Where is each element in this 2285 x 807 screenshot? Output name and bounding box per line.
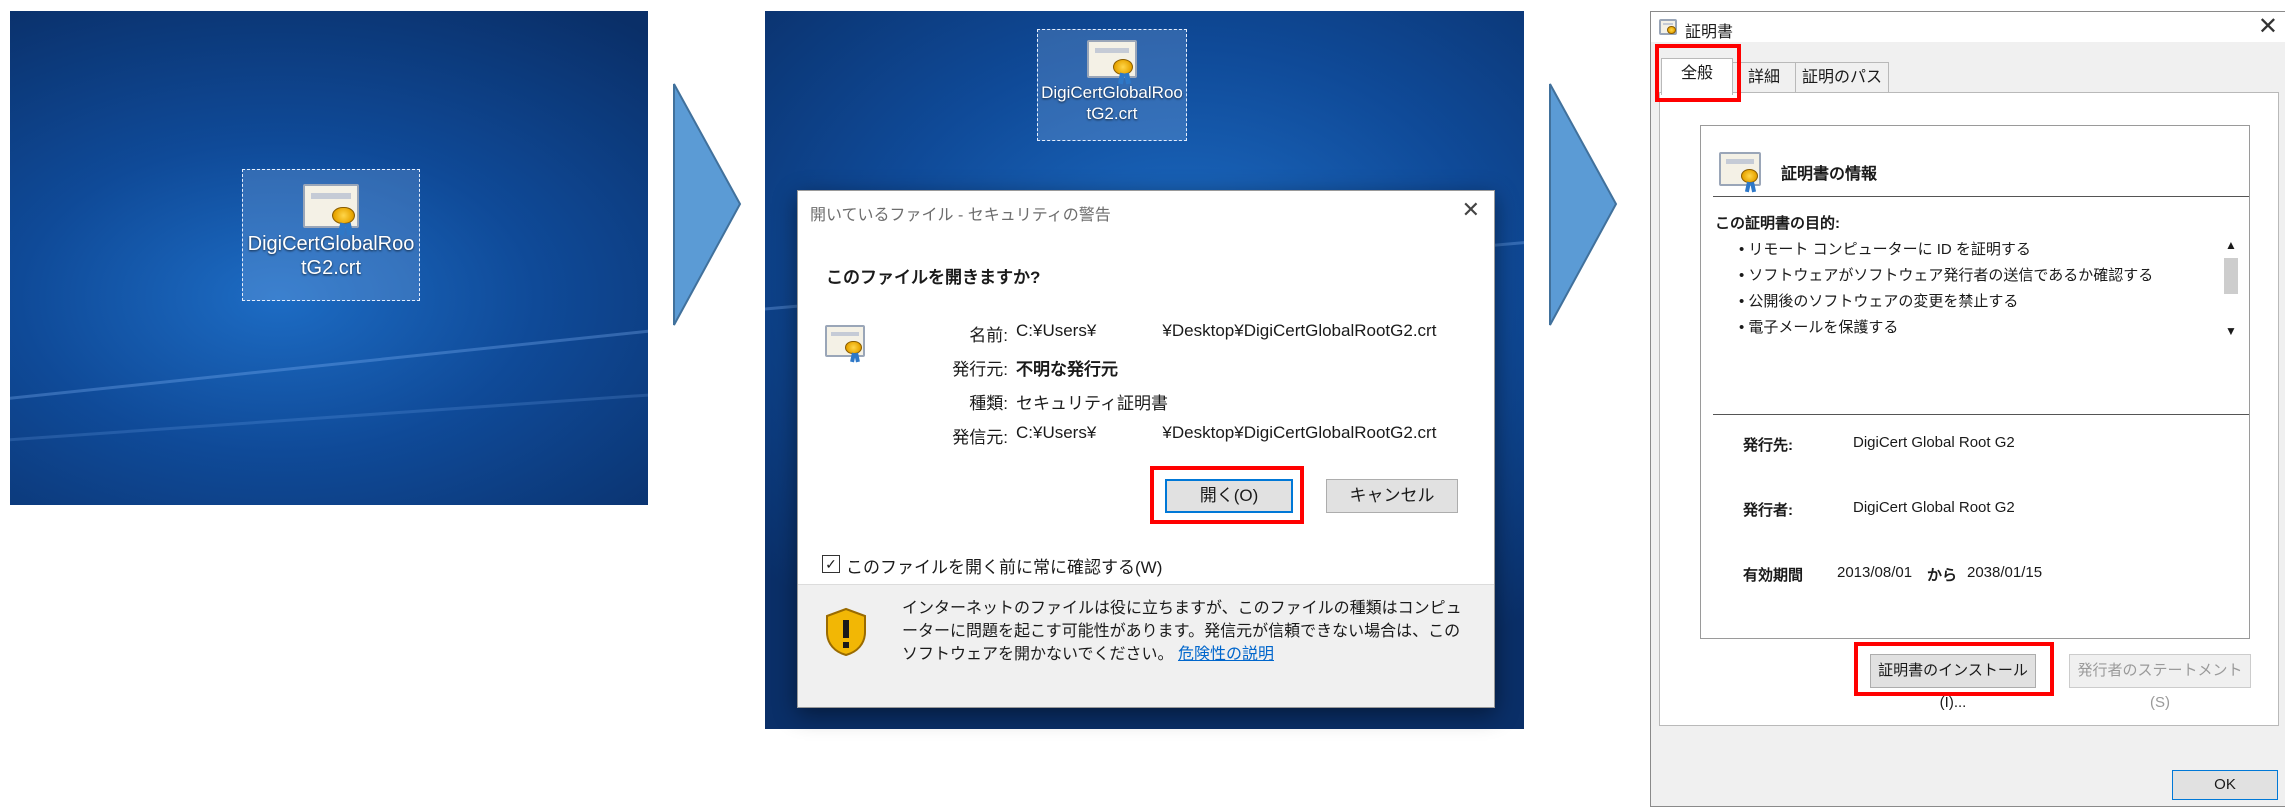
- window-titlebar: 証明書 ✕: [1651, 12, 2285, 42]
- desktop-file-label-line1: DigiCertGlobalRoo: [247, 233, 415, 255]
- chevron-down-icon[interactable]: ▼: [2225, 324, 2237, 338]
- general-tab-panel: 証明書の情報 この証明書の目的: • リモート コンピューターに ID を証明す…: [1659, 92, 2279, 726]
- field-publisher-value: 不明な発行元: [1016, 360, 1118, 379]
- field-source-label: 発信元:: [952, 428, 1008, 447]
- certificate-icon: [1719, 152, 1761, 192]
- certificate-window: 証明書 ✕ 全般 詳細 証明のパス 証明書の情報 この証明書の目的: • リモー…: [1650, 11, 2285, 807]
- desktop-file-icon-crt[interactable]: DigiCertGlobalRoo tG2.crt: [242, 169, 420, 301]
- certificate-icon: [303, 184, 359, 236]
- security-warning-dialog: 開いているファイル - セキュリティの警告 ✕ このファイルを開きますか? 名前…: [797, 190, 1495, 708]
- certificate-icon: [1087, 40, 1137, 85]
- chevron-up-icon[interactable]: ▲: [2225, 238, 2237, 252]
- issued-by-label: 発行者:: [1743, 502, 1793, 519]
- info-heading: 証明書の情報: [1781, 166, 1878, 183]
- always-ask-label: このファイルを開く前に常に確認する(W): [846, 558, 1163, 577]
- step-arrow-icon: [1549, 83, 1618, 326]
- close-icon[interactable]: ✕: [1462, 197, 1480, 223]
- valid-to-value: 2038/01/15: [1967, 564, 2043, 581]
- issued-by-value: DigiCert Global Root G2: [1853, 499, 2015, 516]
- field-publisher-label: 発行元:: [952, 360, 1008, 379]
- risk-explanation-link[interactable]: 危険性の説明: [1178, 646, 1274, 663]
- validity-from-word: から: [1927, 567, 1958, 584]
- purpose-item: • 電子メールを保護する: [1739, 319, 1899, 336]
- purpose-item: • リモート コンピューターに ID を証明する: [1739, 241, 2031, 258]
- purpose-item: • ソフトウェアがソフトウェア発行者の送信であるか確認する: [1739, 267, 2154, 284]
- desktop-panel-1: DigiCertGlobalRoo tG2.crt: [10, 11, 648, 505]
- purpose-item: • 公開後のソフトウェアの変更を禁止する: [1739, 293, 2019, 310]
- purpose-scrollbar[interactable]: ▲ ▼: [2221, 238, 2241, 342]
- highlight-box: [1150, 466, 1304, 524]
- field-name-value: C:¥Users¥ ¥Desktop¥DigiCertGlobalRootG2.…: [1016, 321, 1437, 340]
- divider: [1713, 196, 2249, 197]
- window-title: 証明書: [1685, 24, 1734, 41]
- field-type-value: セキュリティ証明書: [1016, 394, 1168, 413]
- issued-to-label: 発行先:: [1743, 437, 1793, 454]
- tab-cert-path[interactable]: 証明のパス: [1795, 62, 1889, 93]
- issued-to-value: DigiCert Global Root G2: [1853, 434, 2015, 451]
- field-type-label: 種類:: [969, 394, 1008, 413]
- desktop-file-label-line2: tG2.crt: [1086, 104, 1138, 123]
- purpose-heading: この証明書の目的:: [1715, 215, 1840, 232]
- field-source-value: C:¥Users¥ ¥Desktop¥DigiCertGlobalRootG2.…: [1016, 423, 1437, 442]
- scrollbar-thumb[interactable]: [2224, 258, 2238, 294]
- field-name-label: 名前:: [969, 326, 1008, 345]
- highlight-box: [1655, 44, 1741, 102]
- issuer-statement-button[interactable]: 発行者のステートメント(S): [2069, 654, 2251, 711]
- validity-label: 有効期間: [1743, 567, 1804, 584]
- highlight-box: [1854, 642, 2054, 696]
- valid-from-value: 2013/08/01: [1837, 564, 1913, 581]
- ok-button[interactable]: OK: [2172, 770, 2278, 800]
- step-arrow-icon: [673, 83, 742, 326]
- shield-warning-icon: [826, 607, 866, 657]
- warning-bar: インターネットのファイルは役に立ちますが、このファイルの種類はコンピューターに問…: [798, 584, 1494, 707]
- always-ask-checkbox[interactable]: ✓: [822, 555, 840, 573]
- desktop-file-label-line2: tG2.crt: [300, 257, 361, 279]
- close-icon[interactable]: ✕: [2258, 12, 2278, 41]
- certificate-icon: [1659, 19, 1677, 35]
- dialog-title: 開いているファイル - セキュリティの警告: [810, 207, 1111, 224]
- desktop-file-icon-crt[interactable]: DigiCertGlobalRoo tG2.crt: [1037, 29, 1187, 141]
- certificate-icon: [825, 325, 865, 363]
- dialog-question: このファイルを開きますか?: [826, 268, 1041, 287]
- desktop-file-label-line1: DigiCertGlobalRoo: [1041, 83, 1183, 102]
- divider: [1713, 414, 2249, 415]
- cancel-button[interactable]: キャンセル: [1326, 479, 1458, 513]
- certificate-info-box: 証明書の情報 この証明書の目的: • リモート コンピューターに ID を証明す…: [1700, 125, 2250, 639]
- warning-message: インターネットのファイルは役に立ちますが、このファイルの種類はコンピューターに問…: [902, 597, 1472, 666]
